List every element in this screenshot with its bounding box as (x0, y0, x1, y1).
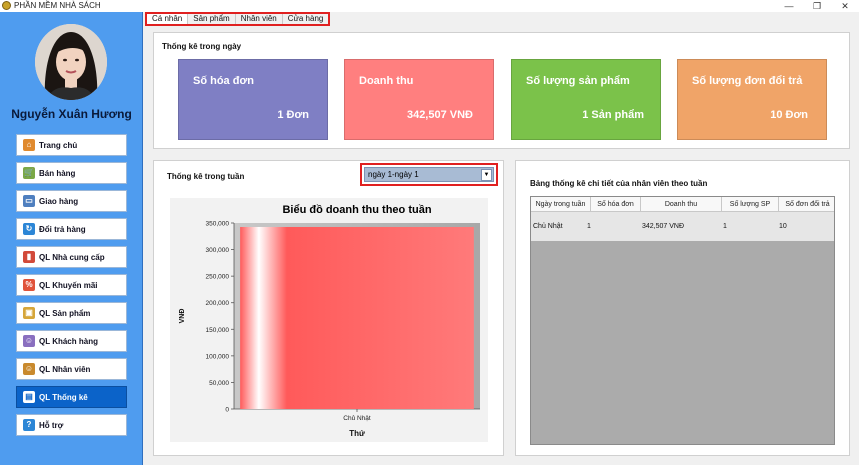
return-count-label: Số lượng đơn đổi trả (692, 75, 803, 87)
product-count-card: Số lượng sản phẩm 1 Sản phẩm (511, 59, 661, 140)
daily-stats-panel: Thống kê trong ngày Số hóa đơn 1 Đơn Doa… (153, 32, 850, 149)
avatar (35, 24, 107, 100)
week-range-value: ngày 1-ngày 1 (368, 170, 419, 179)
employee-detail-title: Bảng thống kê chi tiết của nhân viên the… (530, 179, 708, 188)
sidebar-item-label: QL Khuyến mãi (39, 280, 98, 290)
y-tick-label: 300,000 (206, 247, 230, 254)
sidebar-item-10[interactable]: ▤ QL Thống kê (16, 386, 127, 408)
y-tick-label: 100,000 (206, 353, 230, 360)
title-bar: PHẦN MỀM NHÀ SÁCH — ❐ ✕ (0, 0, 859, 12)
product-count-label: Số lượng sản phẩm (526, 75, 630, 87)
sidebar-item-label: Trang chủ (39, 140, 78, 150)
x-axis-label: Thứ (349, 429, 365, 438)
customers-icon: ☺ (23, 335, 35, 347)
column-header-invoices[interactable]: Số hóa đơn (591, 197, 641, 212)
return-count-card: Số lượng đơn đổi trả 10 Đơn (677, 59, 827, 140)
cell-returns: 10 (779, 223, 787, 230)
y-tick-label: 0 (225, 407, 229, 414)
employee-icon: ☺ (23, 363, 35, 375)
sidebar-item-label: QL Nhà cung cấp (39, 252, 105, 262)
cell-product-qty: 1 (723, 223, 727, 230)
dropdown-arrow-icon[interactable]: ▼ (481, 169, 492, 181)
employee-detail-table[interactable]: Ngày trong tuần Số hóa đơn Doanh thu Số … (530, 196, 835, 445)
revenue-chart: Biểu đồ doanh thu theo tuần 0 50,000 100,00… (170, 198, 488, 442)
user-name: Nguyễn Xuân Hương (11, 107, 132, 121)
cell-invoices: 1 (587, 223, 591, 230)
sidebar-item-label: QL Sản phẩm (39, 308, 91, 318)
y-axis-label: VNĐ (179, 309, 186, 324)
cell-day: Chủ Nhật (533, 223, 563, 230)
cell-revenue: 342,507 VNĐ (642, 223, 685, 230)
revenue-card: Doanh thu 342,507 VNĐ (344, 59, 494, 140)
y-tick-label: 200,000 (206, 300, 230, 307)
weekly-stats-panel: Thống kê trong tuần ngày 1-ngày 1 ▼ Biểu… (153, 160, 504, 456)
tab-bar: Cá nhân Sản phẩm Nhân viên Cửa hàng (145, 12, 331, 26)
y-tick-label: 50,000 (209, 380, 229, 387)
sidebar-item-label: Bán hàng (39, 168, 76, 178)
chart-bar (240, 226, 474, 409)
sale-badge-icon: % (23, 279, 35, 291)
cart-icon: 🛒 (23, 167, 35, 179)
table-row[interactable]: Chủ Nhật 1 342,507 VNĐ 1 10 (531, 212, 834, 241)
refresh-icon: ↻ (23, 223, 35, 235)
sidebar-item-label: QL Khách hàng (39, 336, 98, 346)
weekly-stats-title: Thống kê trong tuần (167, 172, 245, 181)
column-header-revenue[interactable]: Doanh thu (641, 197, 722, 212)
sidebar-item-label: Giao hàng (39, 196, 79, 206)
sidebar-item-8[interactable]: ☺ QL Khách hàng (16, 330, 127, 352)
chart-title: Biểu đồ doanh thu theo tuần (282, 204, 431, 216)
column-header-returns[interactable]: Số đơn đổi trả (779, 197, 834, 212)
employee-detail-panel: Bảng thống kê chi tiết của nhân viên the… (515, 160, 850, 456)
revenue-value: 342,507 VNĐ (406, 109, 473, 121)
y-tick-label: 250,000 (206, 274, 230, 281)
invoice-count-card: Số hóa đơn 1 Đơn (178, 59, 328, 140)
y-tick-label: 350,000 (206, 221, 230, 228)
factory-icon: ▮ (23, 251, 35, 263)
revenue-label: Doanh thu (359, 75, 414, 87)
sidebar-item-6[interactable]: % QL Khuyến mãi (16, 274, 127, 296)
sidebar-item-label: Hỗ trợ (39, 420, 64, 430)
chart-icon: ▤ (23, 391, 35, 403)
help-icon: ? (23, 419, 35, 431)
sidebar-item-label: QL Thống kê (39, 392, 88, 402)
invoice-count-value: 1 Đơn (277, 109, 309, 121)
truck-icon: ▭ (23, 195, 35, 207)
tab-ca-nhan[interactable]: Cá nhân (147, 14, 189, 24)
sidebar-item-11[interactable]: ? Hỗ trợ (16, 414, 127, 436)
week-range-select[interactable]: ngày 1-ngày 1 ▼ (360, 163, 498, 186)
column-header-product-qty[interactable]: Số lượng SP (722, 197, 779, 212)
week-range-value-box: ngày 1-ngày 1 ▼ (364, 167, 494, 182)
sidebar-item-9[interactable]: ☺ QL Nhân viên (16, 358, 127, 380)
y-tick-label: 150,000 (206, 327, 230, 334)
app-logo-icon (2, 1, 11, 10)
product-count-value: 1 Sản phẩm (582, 109, 644, 121)
sidebar-item-7[interactable]: ▣ QL Sản phẩm (16, 302, 127, 324)
return-count-value: 10 Đơn (770, 109, 808, 121)
minimize-icon[interactable]: — (775, 0, 803, 12)
close-icon[interactable]: ✕ (831, 0, 859, 12)
sidebar-item-3[interactable]: ▭ Giao hàng (16, 190, 127, 212)
maximize-icon[interactable]: ❐ (803, 0, 831, 12)
box-icon: ▣ (23, 307, 35, 319)
x-tick-label: Chủ Nhật (343, 414, 371, 422)
home-icon: ⌂ (23, 139, 35, 151)
window-title: PHẦN MỀM NHÀ SÁCH (14, 1, 101, 10)
tab-san-pham[interactable]: Sản phẩm (188, 14, 236, 24)
sidebar-item-4[interactable]: ↻ Đổi trả hàng (16, 218, 127, 240)
revenue-chart-svg: Biểu đồ doanh thu theo tuần 0 50,000 100,00… (179, 204, 480, 438)
daily-stats-title: Thống kê trong ngày (162, 42, 242, 51)
sidebar-item-label: QL Nhân viên (39, 364, 91, 374)
invoice-count-label: Số hóa đơn (193, 75, 254, 87)
sidebar-item-2[interactable]: 🛒 Bán hàng (16, 162, 127, 184)
sidebar: Nguyễn Xuân Hương ⌂ Trang chủ 🛒 Bán hàng ▭ Gi… (0, 12, 143, 465)
tab-nhan-vien[interactable]: Nhân viên (235, 14, 283, 24)
column-header-day[interactable]: Ngày trong tuần (531, 197, 591, 212)
sidebar-item-label: Đổi trả hàng (39, 224, 86, 234)
sidebar-item-1[interactable]: ⌂ Trang chủ (16, 134, 127, 156)
sidebar-item-5[interactable]: ▮ QL Nhà cung cấp (16, 246, 127, 268)
tab-cua-hang[interactable]: Cửa hàng (282, 14, 329, 24)
